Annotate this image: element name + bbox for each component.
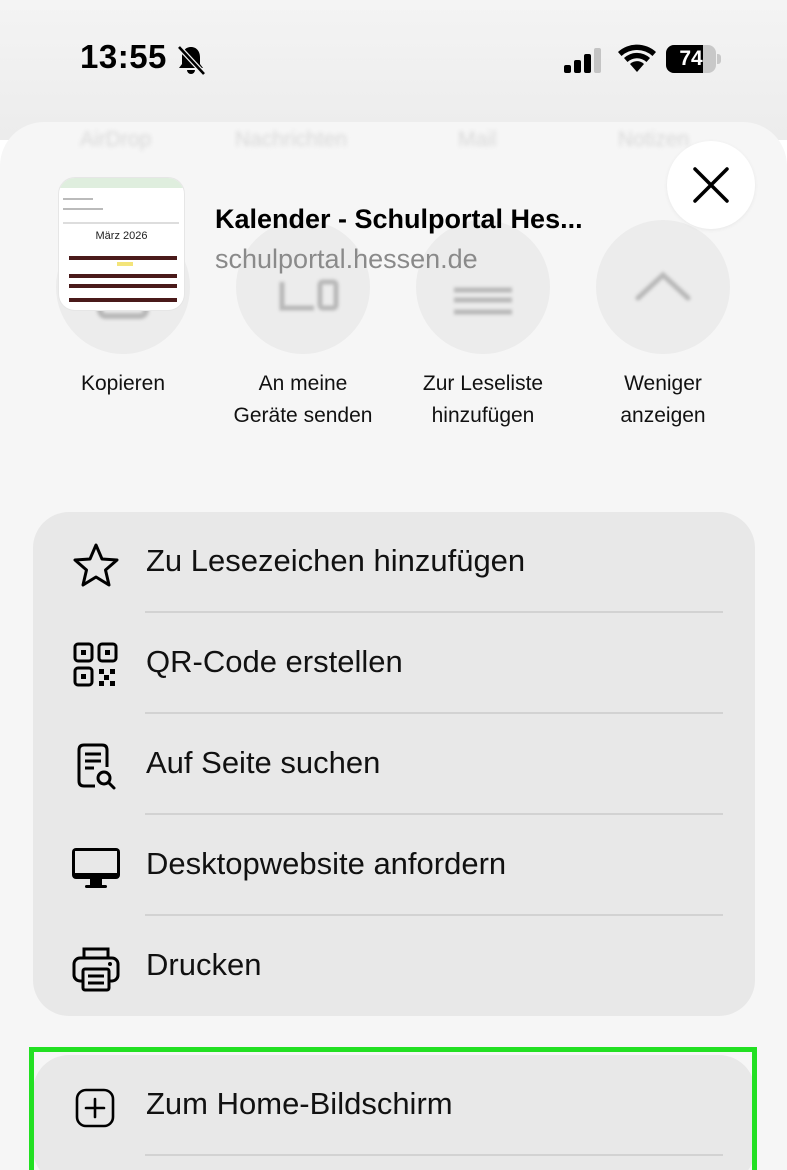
thumb-calendar-bar (69, 256, 177, 260)
thumb-calendar-bar (69, 284, 177, 288)
desktop-icon (72, 848, 120, 888)
action-label: Zur Leseliste hinzufügen (422, 372, 544, 427)
action-label: Weniger anzeigen (620, 372, 706, 427)
printer-icon (72, 947, 120, 992)
menu-item-label: Drucken (146, 947, 262, 982)
menu-item-find-on-page[interactable]: Auf Seite suchen (33, 714, 755, 815)
bell-slash-icon (177, 45, 206, 76)
chevron-up-icon (596, 220, 730, 354)
devices-icon (236, 220, 370, 354)
qr-code-icon (73, 642, 118, 687)
faded-app-row: AirDrop Nachrichten Mail Notizen (0, 124, 787, 154)
thumb-calendar-bar (69, 298, 177, 302)
action-weniger-anzeigen[interactable]: Weniger anzeigen (593, 220, 733, 432)
menu-item-label: Zu Lesezeichen hinzufügen (146, 543, 526, 578)
thumb-calendar-highlight (117, 262, 133, 266)
thumb-text-line (63, 222, 179, 224)
faded-app-airdrop: AirDrop (80, 128, 152, 151)
menu-item-label: Desktopwebsite anfordern (146, 846, 507, 881)
menu-item-desktop-website[interactable]: Desktopwebsite anfordern (33, 815, 755, 916)
menu-item-bookmark[interactable]: Zu Lesezeichen hinzufügen (33, 512, 755, 613)
battery-nub (717, 54, 721, 64)
thumb-text-line (63, 208, 103, 210)
battery-shell: 74 (666, 45, 716, 73)
menu-group-actions: Zu Lesezeichen hinzufügen QR-Code erstel… (33, 512, 755, 1016)
menu-item-qr-code[interactable]: QR-Code erstellen (33, 613, 755, 714)
menu-item-print[interactable]: Drucken (33, 916, 755, 1017)
status-time: 13:55 (80, 38, 167, 75)
battery-icon: 74 (666, 45, 722, 73)
faded-app-nachrichten: Nachrichten (235, 128, 348, 151)
highlight-box (29, 1047, 757, 1170)
cellular-signal-icon (564, 48, 601, 73)
page-thumbnail: März 2026 (59, 178, 184, 310)
page-url: schulportal.hessen.de (215, 244, 478, 274)
close-button[interactable] (667, 141, 755, 229)
find-on-page-icon (77, 743, 116, 790)
thumb-calendar-bar (69, 274, 177, 278)
menu-item-label: Auf Seite suchen (146, 745, 381, 780)
faded-app-mail: Mail (458, 128, 497, 151)
thumb-text-line (63, 198, 93, 200)
page-title: Kalender - Schulportal Hes... (215, 204, 583, 234)
faded-app-notizen: Notizen (618, 128, 690, 151)
menu-item-label: QR-Code erstellen (146, 644, 403, 679)
action-label: Kopieren (80, 372, 166, 395)
action-label: An meine Geräte senden (233, 372, 373, 427)
close-icon (693, 167, 729, 203)
thumb-heading: März 2026 (95, 230, 148, 242)
battery-percent: 74 (679, 47, 703, 70)
wifi-icon (618, 44, 656, 72)
thumb-header-band (59, 178, 184, 188)
star-icon (73, 543, 119, 587)
reading-list-icon (416, 220, 550, 354)
status-bar: 13:55 74 (0, 0, 787, 120)
